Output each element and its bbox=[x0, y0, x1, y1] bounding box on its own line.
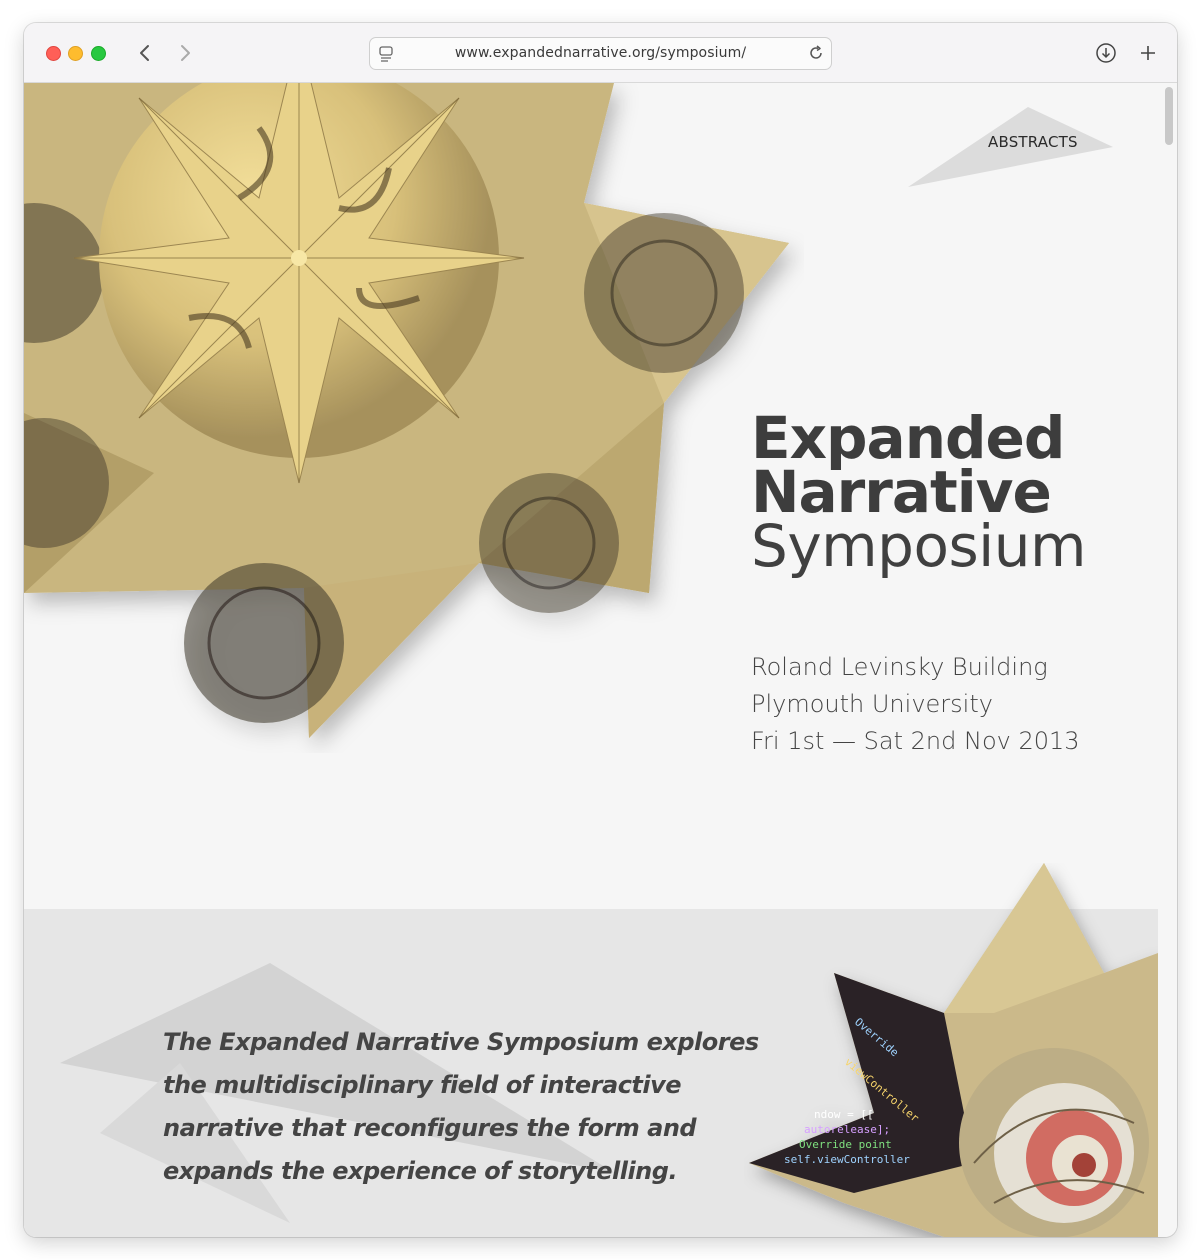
minimize-window-button[interactable] bbox=[68, 46, 83, 61]
forward-button[interactable] bbox=[171, 39, 199, 67]
plus-icon bbox=[1141, 46, 1155, 60]
tagline-line-2: the multidisciplinary field of interacti… bbox=[163, 1071, 682, 1099]
svg-text:ndow = [[: ndow = [[ bbox=[814, 1108, 874, 1121]
abstracts-nav-link[interactable]: ABSTRACTS bbox=[988, 133, 1078, 151]
title-line-2: Narrative bbox=[751, 458, 1052, 526]
tagline-line-1: The Expanded Narrative Symposium explore… bbox=[163, 1028, 759, 1056]
browser-toolbar: www.expandednarrative.org/symposium/ bbox=[24, 23, 1177, 83]
title-line-3: Symposium bbox=[751, 512, 1087, 580]
venue-university: Plymouth University bbox=[751, 690, 993, 718]
address-bar[interactable]: www.expandednarrative.org/symposium/ bbox=[369, 37, 832, 70]
svg-text:Override point: Override point bbox=[799, 1138, 892, 1151]
close-window-button[interactable] bbox=[46, 46, 61, 61]
tagline-line-3: narrative that reconfigures the form and bbox=[163, 1114, 697, 1142]
zoom-window-button[interactable] bbox=[91, 46, 106, 61]
downloads-button[interactable] bbox=[1093, 40, 1119, 66]
page-scrollbar-thumb[interactable] bbox=[1165, 87, 1173, 145]
chevron-left-icon bbox=[140, 45, 149, 61]
event-dates: Fri 1st — Sat 2nd Nov 2013 bbox=[751, 727, 1080, 755]
event-details: Roland Levinsky Building Plymouth Univer… bbox=[751, 649, 1080, 760]
url-text[interactable]: www.expandednarrative.org/symposium/ bbox=[370, 45, 831, 61]
browser-window: www.expandednarrative.org/symposium/ ABS… bbox=[24, 23, 1177, 1237]
venue-building: Roland Levinsky Building bbox=[751, 653, 1048, 681]
tagline-line-4: expands the experience of storytelling. bbox=[163, 1157, 678, 1185]
download-icon bbox=[1096, 43, 1116, 63]
reload-icon[interactable] bbox=[807, 44, 825, 62]
svg-text:autorelease];: autorelease]; bbox=[804, 1123, 890, 1136]
origami-flower-artwork: self.viewController Override point autor… bbox=[749, 863, 1158, 1237]
page-title: Expanded Narrative Symposium bbox=[751, 404, 1087, 580]
title-line-1: Expanded bbox=[751, 404, 1065, 472]
back-button[interactable] bbox=[131, 39, 159, 67]
chevron-right-icon bbox=[181, 45, 190, 61]
intro-tagline: The Expanded Narrative Symposium explore… bbox=[163, 1021, 763, 1193]
page-content: ABSTRACTS Expanded Narrative Symposium R… bbox=[24, 83, 1177, 1237]
svg-text:self.viewController: self.viewController bbox=[784, 1153, 910, 1166]
origami-star-artwork bbox=[24, 83, 789, 738]
new-tab-button[interactable] bbox=[1135, 40, 1161, 66]
